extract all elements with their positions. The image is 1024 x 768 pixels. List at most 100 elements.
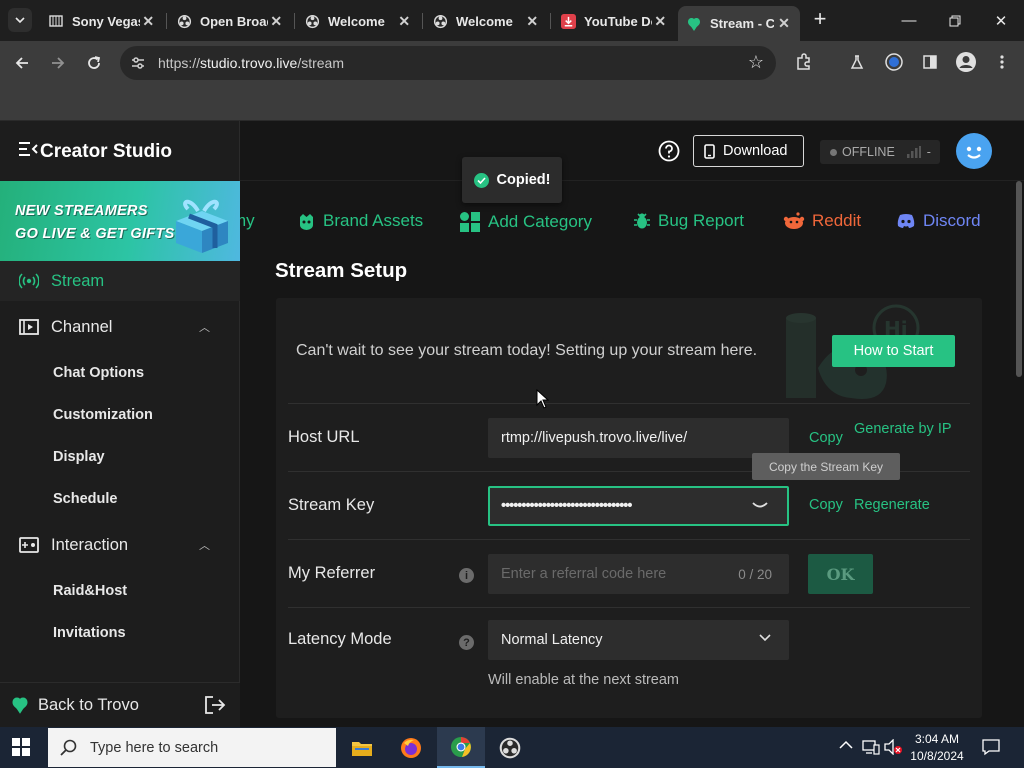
notifications-icon[interactable] <box>982 738 1000 759</box>
taskbar: Type here to search 3:04 AM 10/8/2024 <box>0 727 1024 768</box>
browser-menu-icon[interactable] <box>990 50 1014 74</box>
tab-title: Open Broadcaster <box>200 13 268 29</box>
address-bar-row: https://studio.trovo.live/stream ☆ <box>0 41 1024 85</box>
profile-icon[interactable] <box>954 50 978 74</box>
tab-separator <box>422 13 423 29</box>
sidebar-item-channel[interactable]: Channel ︿ <box>0 307 240 347</box>
tab-sony-vegas[interactable]: Sony Vegas ✕ <box>40 6 164 36</box>
file-explorer-icon[interactable] <box>338 727 386 768</box>
avatar[interactable] <box>956 133 992 169</box>
stream-key-value: •••••••••••••••••••••••••••••••• <box>501 498 632 514</box>
close-window-button[interactable]: ✕ <box>978 0 1024 41</box>
latency-value: Normal Latency <box>501 632 603 648</box>
eye-closed-icon[interactable] <box>751 500 769 512</box>
close-icon[interactable]: ✕ <box>268 13 284 30</box>
clock-time: 3:04 AM <box>914 732 960 746</box>
phone-icon <box>704 143 715 159</box>
close-icon[interactable]: ✕ <box>652 13 668 30</box>
referrer-input[interactable]: Enter a referral code here 0 / 20 <box>488 554 789 594</box>
close-icon[interactable]: ✕ <box>140 13 156 30</box>
referrer-ok-button[interactable]: OK <box>808 554 873 594</box>
bug-icon <box>633 212 651 230</box>
stream-status-badge: OFFLINE - <box>820 140 940 164</box>
tab-welcome-2[interactable]: Welcome ✕ <box>424 6 548 36</box>
brand-assets-icon <box>297 213 316 230</box>
latency-select[interactable]: Normal Latency <box>488 620 789 660</box>
promo-banner[interactable]: NEW STREAMERS GO LIVE & GET GIFTS <box>0 181 240 261</box>
regenerate-button[interactable]: Regenerate <box>854 497 930 513</box>
copy-tooltip: Copy the Stream Key <box>752 453 900 480</box>
help-circle-icon[interactable]: ? <box>459 635 474 650</box>
link-bug-report[interactable]: Bug Report <box>633 211 744 231</box>
tab-search-button[interactable] <box>8 8 32 32</box>
back-button[interactable] <box>8 49 36 77</box>
reload-button[interactable] <box>80 49 108 77</box>
reddit-icon <box>783 212 805 230</box>
generate-by-ip-link[interactable]: Generate by IP <box>854 419 954 439</box>
sidebar-item-stream[interactable]: Stream <box>0 261 240 301</box>
link-academy[interactable]: my <box>240 211 255 231</box>
info-icon[interactable]: i <box>459 568 474 583</box>
url-bar[interactable]: https://studio.trovo.live/stream ☆ <box>120 46 776 80</box>
minimize-button[interactable]: — <box>886 0 932 41</box>
copy-host-url-button[interactable]: Copy <box>809 430 843 446</box>
brand-logo[interactable]: Creator Studio <box>18 141 172 163</box>
vpn-extension-icon[interactable] <box>882 50 906 74</box>
labs-flask-icon[interactable] <box>845 50 869 74</box>
system-clock[interactable]: 3:04 AM 10/8/2024 <box>905 731 969 765</box>
close-icon[interactable]: ✕ <box>776 15 792 32</box>
tray-chevron-up-icon[interactable] <box>839 738 853 753</box>
site-settings-icon[interactable] <box>130 55 146 76</box>
download-button[interactable]: Download <box>693 135 804 167</box>
chrome-icon[interactable] <box>437 727 485 768</box>
chevron-up-icon[interactable]: ︿ <box>199 319 210 335</box>
chevron-down-icon <box>759 634 771 642</box>
link-brand-assets[interactable]: Brand Assets <box>297 211 423 231</box>
close-icon[interactable]: ✕ <box>396 13 412 30</box>
sidebar-subitem-display[interactable]: Display <box>53 449 105 465</box>
copy-stream-key-button[interactable]: Copy <box>809 497 843 513</box>
bookmark-star-icon[interactable]: ☆ <box>748 52 764 73</box>
download-label: Download <box>723 143 788 159</box>
link-reddit[interactable]: Reddit <box>783 211 861 231</box>
link-discord[interactable]: Discord <box>896 211 981 231</box>
tab-obs[interactable]: Open Broadcaster ✕ <box>168 6 292 36</box>
tab-welcome-1[interactable]: Welcome ✕ <box>296 6 420 36</box>
new-tab-button[interactable]: + <box>808 8 832 32</box>
stream-key-field[interactable]: •••••••••••••••••••••••••••••••• <box>488 486 789 526</box>
restore-button[interactable] <box>932 0 978 41</box>
sidebar-subitem-raid-host[interactable]: Raid&Host <box>53 583 127 599</box>
sidebar-item-interaction[interactable]: Interaction ︿ <box>0 525 240 565</box>
latency-hint: Will enable at the next stream <box>488 672 680 688</box>
sony-vegas-icon <box>48 13 64 29</box>
forward-button[interactable] <box>44 49 72 77</box>
back-to-trovo-button[interactable]: Back to Trovo <box>0 682 240 727</box>
menu-collapse-icon[interactable] <box>18 141 38 163</box>
obs-taskbar-icon[interactable] <box>486 727 534 768</box>
promo-line-1: NEW STREAMERS <box>15 203 148 219</box>
tab-youtube-downloader[interactable]: YouTube Downloader ✕ <box>552 6 676 36</box>
help-icon[interactable] <box>658 140 680 167</box>
network-icon[interactable] <box>862 739 880 758</box>
link-label: Discord <box>923 211 981 230</box>
extensions-icon[interactable] <box>792 50 816 74</box>
page-scrollbar[interactable] <box>1016 181 1022 377</box>
firefox-icon[interactable] <box>387 727 435 768</box>
taskbar-search-input[interactable]: Type here to search <box>48 728 336 767</box>
top-header: Download OFFLINE - <box>240 121 1024 181</box>
tab-stream-active[interactable]: Stream - Creator Studio ✕ <box>678 6 800 41</box>
sidebar-subitem-customization[interactable]: Customization <box>53 407 153 423</box>
add-category-icon <box>459 211 481 233</box>
volume-muted-icon[interactable] <box>884 738 902 758</box>
host-url-field[interactable]: rtmp://livepush.trovo.live/live/ <box>488 418 789 458</box>
how-to-start-button[interactable]: How to Start <box>832 335 955 367</box>
side-panel-icon[interactable] <box>918 50 942 74</box>
chevron-up-icon[interactable]: ︿ <box>199 537 210 553</box>
sidebar-subitem-schedule[interactable]: Schedule <box>53 491 117 507</box>
close-icon[interactable]: ✕ <box>524 13 540 30</box>
taskbar-search-placeholder: Type here to search <box>90 739 219 756</box>
link-add-category[interactable]: Add Category <box>459 211 592 233</box>
sidebar-subitem-chat-options[interactable]: Chat Options <box>53 365 144 381</box>
windows-start-icon[interactable] <box>12 738 30 756</box>
sidebar-subitem-invitations[interactable]: Invitations <box>53 625 126 641</box>
